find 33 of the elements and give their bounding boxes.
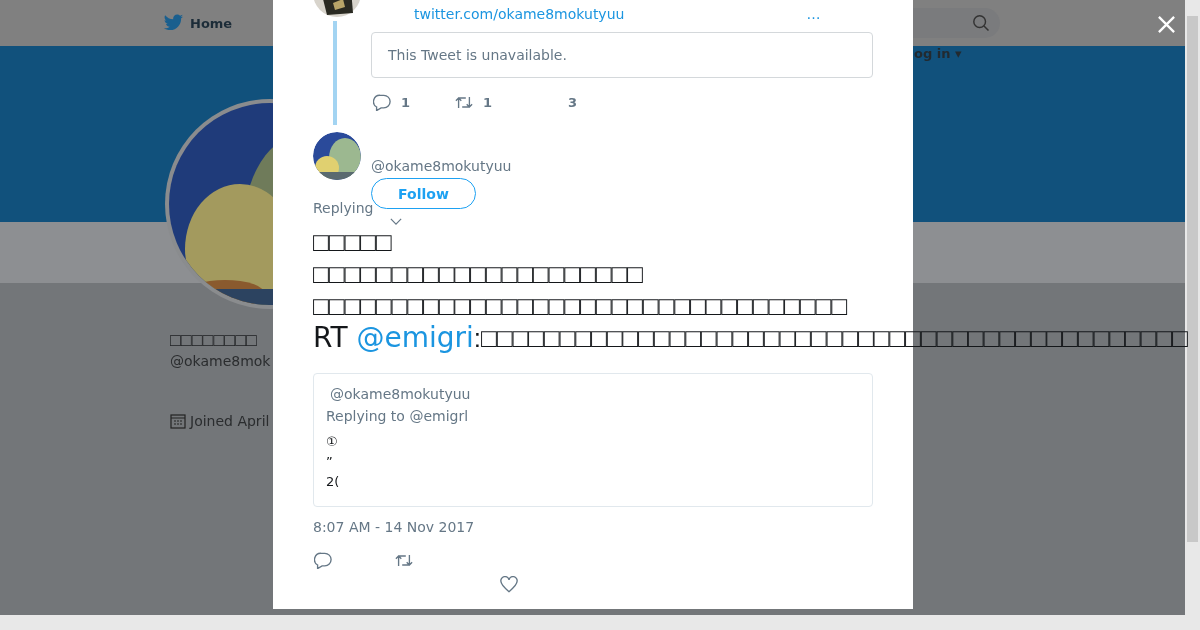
tweet-text-line: □□□□□□□□□□□□□□□□□□□□□□□□□□□□□□□□□□ [313,290,848,322]
unavailable-notice: This Tweet is unavailable. [371,32,873,78]
quoted-text-line: 2( [326,473,341,491]
quoted-text-line: ① [326,433,339,451]
close-icon[interactable] [1157,15,1176,34]
user-handle[interactable]: @okame8mokutyuu [371,158,512,180]
login-link[interactable]: og in ▾ [914,46,962,61]
profile-handle: @okame8mok [170,353,271,369]
retweet-icon[interactable] [395,552,413,569]
quoted-replying-to: Replying to @emigrl [326,408,470,424]
follow-button[interactable]: Follow [371,178,476,209]
more-link[interactable]: … [806,6,821,22]
retweet-count: 1 [483,94,493,110]
quoted-text-line: ” [326,453,334,471]
quoted-handle: @okame8mokutyuu [329,386,472,402]
search-icon [972,14,990,32]
tweet-text-line: □□□□□□□□□□□□□□□□□□□□□ [313,258,644,290]
retweet-prefix: RT [313,321,349,354]
home-link[interactable]: Home [163,14,233,32]
bird-icon [163,14,184,32]
timestamp[interactable]: 8:07 AM - 14 Nov 2017 [313,519,873,535]
calendar-icon [170,413,186,429]
joined-date: Joined April [190,413,270,429]
reply-icon[interactable] [314,552,332,569]
chevron-icon[interactable] [390,218,402,225]
like-count: 3 [568,94,578,110]
profile-name: □□□□□□□□ [170,329,257,352]
heart-icon[interactable] [500,576,518,593]
reply-count: 1 [401,94,411,110]
mention-link[interactable]: @emigri [356,321,474,354]
tweet-link[interactable]: twitter.com/okame8mokutyuu [414,6,625,22]
quoted-tweet[interactable]: @okame8mokutyuu Replying to @emigrl ① ” 2( [313,373,873,507]
reply-icon[interactable] [373,93,391,111]
